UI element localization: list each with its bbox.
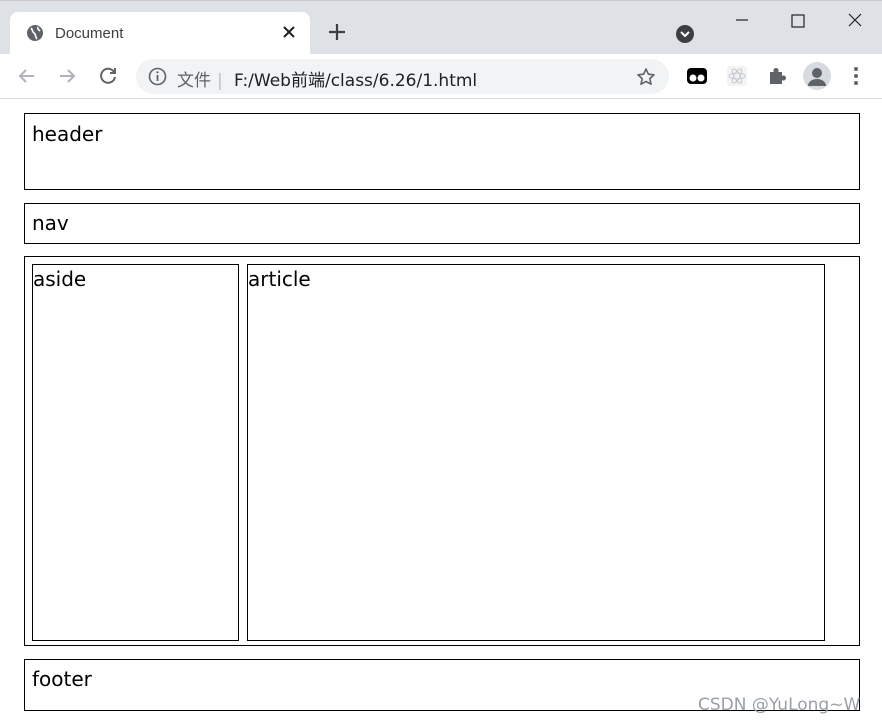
- reload-icon[interactable]: [96, 64, 120, 88]
- forward-arrow-icon[interactable]: [55, 64, 79, 88]
- tab-title: Document: [55, 25, 124, 42]
- browser-toolbar: 文件 | F:/Web前端/class/6.26/1.html: [0, 54, 882, 99]
- article-box: article: [247, 264, 825, 641]
- close-icon[interactable]: [280, 23, 298, 41]
- window-close-icon[interactable]: [840, 7, 870, 35]
- scheme-label: 文件 |: [177, 71, 223, 91]
- maximize-icon[interactable]: [783, 7, 813, 35]
- watermark: CSDN @YuLong~W: [698, 695, 861, 715]
- article-label: article: [248, 267, 311, 291]
- header-box: header: [24, 113, 860, 190]
- footer-label: footer: [32, 667, 92, 691]
- tab-document[interactable]: Document: [10, 12, 310, 55]
- aside-label: aside: [33, 267, 87, 291]
- header-label: header: [32, 122, 103, 146]
- globe-icon: [27, 25, 43, 41]
- kebab-menu-icon[interactable]: [846, 65, 866, 87]
- bookmark-star-icon[interactable]: [636, 67, 656, 87]
- tab-search-icon[interactable]: [674, 23, 696, 45]
- extension-react-icon[interactable]: [726, 65, 748, 87]
- extensions-puzzle-icon[interactable]: [766, 65, 788, 87]
- profile-avatar-icon[interactable]: [803, 62, 831, 90]
- address-bar[interactable]: 文件 | F:/Web前端/class/6.26/1.html: [136, 59, 669, 94]
- new-tab-icon[interactable]: [326, 21, 348, 43]
- minimize-icon[interactable]: [727, 7, 757, 35]
- extension-glasses-icon[interactable]: [686, 65, 708, 87]
- back-arrow-icon[interactable]: [15, 64, 39, 88]
- info-icon[interactable]: [148, 67, 167, 86]
- tab-strip: Document: [0, 0, 882, 55]
- nav-label: nav: [32, 211, 69, 235]
- aside-box: aside: [32, 264, 239, 641]
- url-text[interactable]: F:/Web前端/class/6.26/1.html: [234, 66, 477, 91]
- nav-box: nav: [24, 203, 860, 244]
